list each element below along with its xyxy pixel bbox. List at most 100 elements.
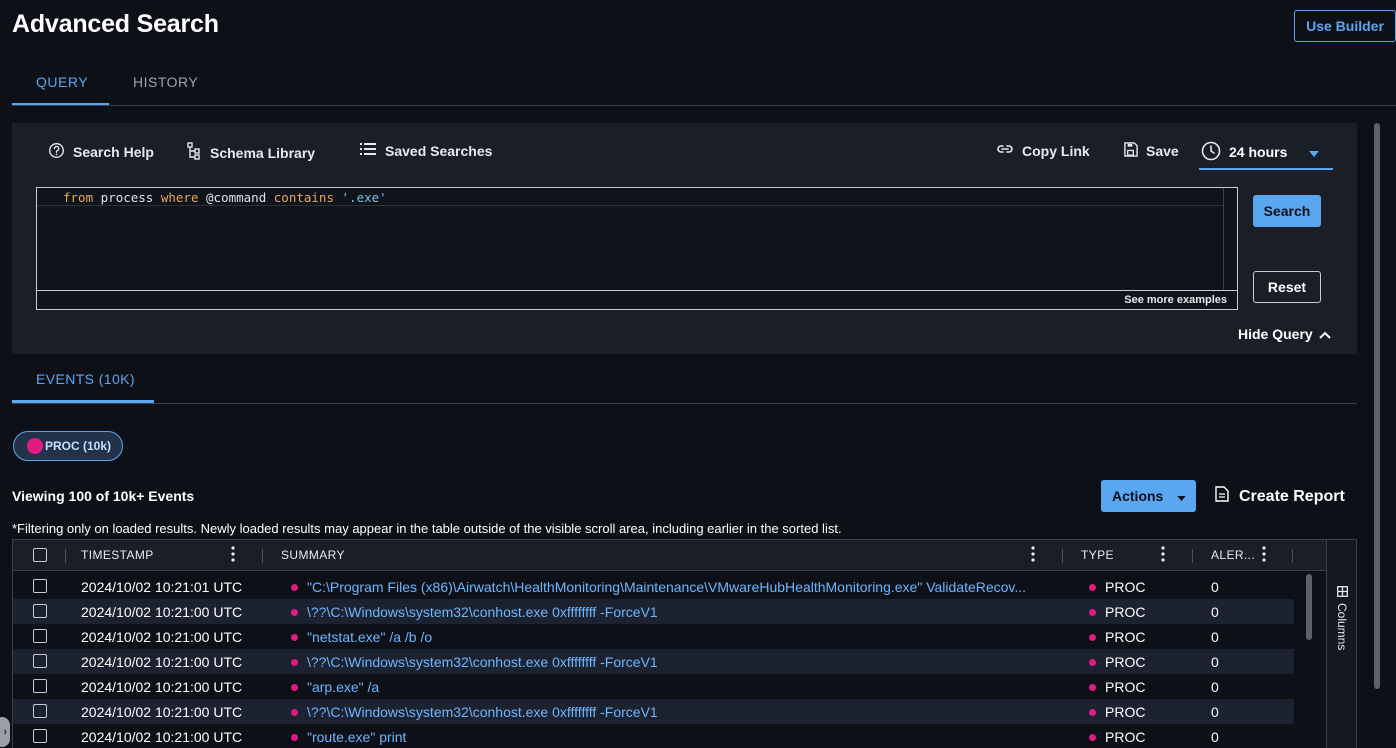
row-summary-text: "arp.exe" /a	[307, 679, 380, 695]
column-header-timestamp[interactable]: TIMESTAMP	[81, 548, 154, 562]
filter-note: *Filtering only on loaded results. Newly…	[12, 521, 842, 536]
table-row[interactable]: 2024/10/02 10:21:00 UTC \??\C:\Windows\s…	[13, 699, 1294, 724]
table-scrollbar[interactable]	[1306, 574, 1312, 640]
row-summary-link[interactable]: "route.exe" print	[291, 729, 1051, 745]
row-timestamp: 2024/10/02 10:21:00 UTC	[81, 604, 243, 620]
proc-dot-icon	[1089, 658, 1096, 666]
table-row[interactable]: 2024/10/02 10:21:01 UTC "C:\Program File…	[13, 574, 1294, 599]
row-summary-text: \??\C:\Windows\system32\conhost.exe 0xff…	[307, 654, 658, 670]
query-keyword-from: from	[63, 190, 94, 205]
table-row[interactable]: 2024/10/02 10:21:00 UTC "netstat.exe" /a…	[13, 624, 1294, 649]
search-help-button[interactable]: Search Help	[48, 142, 154, 162]
table-row[interactable]: 2024/10/02 10:21:00 UTC "arp.exe" /a PRO…	[13, 674, 1294, 699]
proc-dot-icon	[1089, 733, 1096, 741]
use-builder-button[interactable]: Use Builder	[1294, 10, 1396, 42]
reset-button[interactable]: Reset	[1253, 271, 1321, 303]
saved-searches-label: Saved Searches	[385, 142, 493, 159]
schema-library-label: Schema Library	[210, 144, 316, 161]
row-alerts: 0	[1211, 704, 1219, 720]
alerts-column-menu-icon[interactable]	[1262, 546, 1266, 567]
proc-dot-icon	[291, 608, 298, 616]
row-alerts: 0	[1211, 604, 1219, 620]
row-checkbox[interactable]	[33, 704, 47, 718]
row-summary-link[interactable]: \??\C:\Windows\system32\conhost.exe 0xff…	[291, 704, 1051, 720]
row-type-text: PROC	[1105, 629, 1146, 645]
table-row[interactable]: 2024/10/02 10:21:00 UTC \??\C:\Windows\s…	[13, 599, 1294, 624]
query-operator: contains	[273, 190, 334, 205]
row-checkbox[interactable]	[33, 654, 47, 668]
proc-dot-icon	[1089, 708, 1096, 716]
proc-dot-icon	[291, 708, 298, 716]
row-type: PROC	[1089, 704, 1145, 720]
row-checkbox[interactable]	[33, 579, 47, 593]
proc-chip-label: PROC (10k)	[45, 439, 112, 453]
create-report-label: Create Report	[1239, 487, 1345, 505]
saved-searches-button[interactable]: Saved Searches	[360, 142, 492, 159]
document-icon	[1215, 486, 1229, 507]
row-type-text: PROC	[1105, 729, 1146, 745]
row-timestamp: 2024/10/02 10:21:00 UTC	[81, 729, 243, 745]
sidebar-expand-handle[interactable]: ›	[0, 717, 10, 747]
proc-filter-chip[interactable]: PROC (10k)	[13, 431, 123, 461]
table-row[interactable]: 2024/10/02 10:21:00 UTC \??\C:\Windows\s…	[13, 649, 1294, 674]
row-timestamp: 2024/10/02 10:21:01 UTC	[81, 579, 243, 595]
type-column-menu-icon[interactable]	[1161, 546, 1165, 567]
tab-query[interactable]: QUERY	[36, 74, 88, 90]
row-timestamp: 2024/10/02 10:21:00 UTC	[81, 654, 243, 670]
select-all-checkbox[interactable]	[33, 548, 47, 562]
row-summary-link[interactable]: "C:\Program Files (x86)\Airwatch\HealthM…	[291, 579, 1051, 595]
proc-dot-icon	[291, 658, 298, 666]
column-header-type[interactable]: TYPE	[1081, 548, 1114, 562]
row-timestamp: 2024/10/02 10:21:00 UTC	[81, 704, 243, 720]
copy-link-button[interactable]: Copy Link	[996, 142, 1090, 159]
column-header-summary[interactable]: SUMMARY	[281, 548, 345, 562]
row-type-text: PROC	[1105, 579, 1146, 595]
columns-panel-toggle[interactable]: Columns	[1326, 540, 1356, 748]
summary-column-menu-icon[interactable]	[1031, 546, 1035, 567]
tab-events[interactable]: EVENTS (10K)	[36, 371, 135, 387]
hide-query-toggle[interactable]: Hide Query	[1238, 326, 1331, 342]
column-header-alerts[interactable]: ALER...	[1211, 548, 1255, 562]
query-value: '.exe'	[341, 190, 387, 205]
help-icon	[48, 142, 65, 162]
columns-label: Columns	[1335, 603, 1349, 651]
row-alerts: 0	[1211, 629, 1219, 645]
row-type-text: PROC	[1105, 654, 1146, 670]
row-type: PROC	[1089, 679, 1145, 695]
see-more-examples-link[interactable]: See more examples	[1124, 294, 1227, 306]
page-scrollbar[interactable]	[1374, 123, 1380, 689]
query-code[interactable]: from process where @command contains '.e…	[63, 190, 387, 205]
time-range-select[interactable]: 24 hours	[1199, 136, 1333, 170]
schema-tree-icon	[186, 142, 202, 163]
time-range-value: 24 hours	[1229, 144, 1288, 160]
search-button[interactable]: Search	[1253, 195, 1321, 227]
clock-icon	[1201, 141, 1221, 164]
row-checkbox[interactable]	[33, 604, 47, 618]
row-summary-link[interactable]: \??\C:\Windows\system32\conhost.exe 0xff…	[291, 654, 1051, 670]
save-button[interactable]: Save	[1123, 142, 1179, 160]
row-summary-link[interactable]: "netstat.exe" /a /b /o	[291, 629, 1051, 645]
actions-dropdown-button[interactable]: Actions	[1101, 480, 1196, 512]
proc-dot-icon	[291, 583, 298, 591]
proc-dot-icon	[27, 438, 43, 454]
query-line: from process where @command contains '.e…	[37, 188, 1223, 206]
tab-history[interactable]: HISTORY	[133, 74, 198, 90]
row-summary-link[interactable]: \??\C:\Windows\system32\conhost.exe 0xff…	[291, 604, 1051, 620]
row-checkbox[interactable]	[33, 679, 47, 693]
proc-dot-icon	[291, 683, 298, 691]
row-checkbox[interactable]	[33, 729, 47, 743]
query-editor[interactable]: from process where @command contains '.e…	[36, 187, 1238, 310]
create-report-button[interactable]: Create Report	[1215, 486, 1345, 507]
row-summary-link[interactable]: "arp.exe" /a	[291, 679, 1051, 695]
link-icon	[996, 142, 1014, 159]
editor-scrollbar[interactable]	[1223, 188, 1237, 290]
row-checkbox[interactable]	[33, 629, 47, 643]
query-field: @command	[206, 190, 267, 205]
timestamp-column-menu-icon[interactable]	[231, 546, 235, 567]
table-row[interactable]: 2024/10/02 10:21:00 UTC "route.exe" prin…	[13, 724, 1294, 748]
chevron-right-icon: ›	[3, 726, 7, 738]
schema-library-button[interactable]: Schema Library	[186, 142, 315, 163]
table-header: TIMESTAMP SUMMARY TYPE ALER...	[13, 540, 1326, 571]
row-summary-text: "netstat.exe" /a /b /o	[307, 629, 433, 645]
caret-down-icon	[1177, 488, 1187, 504]
